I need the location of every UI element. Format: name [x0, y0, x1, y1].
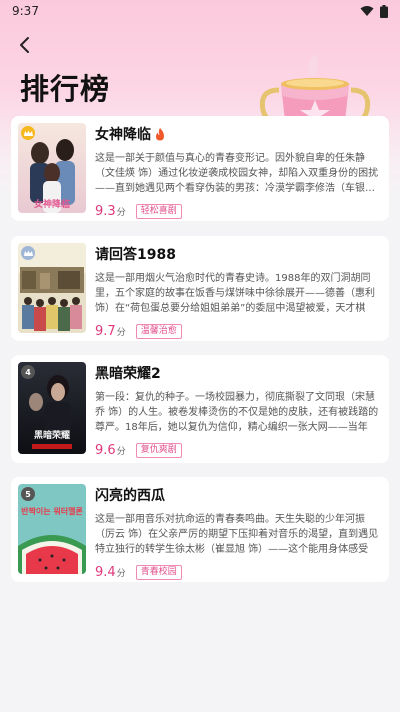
genre-tag: 复仇爽剧 [135, 442, 182, 458]
score-unit: 分 [116, 568, 126, 579]
crown-icon [23, 250, 33, 256]
item-description: 第一段：复仇的种子。一场校园暴力，彻底撕裂了文同珢（宋慧乔 饰）的人生。被卷发棒… [95, 392, 379, 433]
item-score: 9.4 [95, 564, 116, 580]
poster-image: 반짝이는 워터멜론 5 [18, 484, 86, 574]
rank-badge [21, 126, 35, 140]
poster-image: 女神降临 [18, 123, 86, 213]
genre-tag: 轻松喜剧 [135, 203, 182, 219]
poster-image: 黑暗荣耀 4 [18, 362, 86, 454]
score-unit: 分 [116, 207, 126, 218]
battery-icon [380, 4, 388, 18]
ranking-card-2[interactable]: 请回答1988 这是一部用烟火气治愈时代的青春史诗。1988年的双门洞胡同里，五… [11, 236, 389, 341]
genre-tag: 温馨治愈 [135, 323, 182, 339]
poster-image [18, 243, 86, 333]
ranking-list: 女神降临 女神降临 这是一部关于颜值与真心的青春变形记。因外貌自卑的任朱静（文佳… [11, 116, 389, 597]
genre-tag: 青春校园 [135, 564, 182, 580]
item-title: 闪亮的西瓜 [95, 488, 165, 504]
score-unit: 分 [116, 327, 126, 338]
back-button[interactable] [12, 32, 38, 58]
rank-badge: 4 [21, 365, 35, 379]
ranking-card-3[interactable]: 黑暗荣耀 4 黑暗荣耀2 第一段：复仇的种子。一场校园暴力，彻底撕裂了文同珢（宋… [11, 355, 389, 463]
poster-title-text: 黑暗荣耀 [34, 429, 70, 441]
rank-badge: 5 [21, 487, 35, 501]
crown-icon [23, 130, 33, 136]
item-description: 这是一部用烟火气治愈时代的青春史诗。1988年的双门洞胡同里，五个家庭的故事在饭… [95, 273, 375, 314]
ranking-card-4[interactable]: 반짝이는 워터멜론 5 闪亮的西瓜 这是一部用音乐对抗命运的青春奏鸣曲。天生失聪… [11, 477, 389, 582]
fire-icon [156, 127, 164, 140]
item-title: 黑暗荣耀2 [95, 366, 161, 382]
chevron-left-icon [20, 37, 29, 53]
item-description: 这是一部用音乐对抗命运的青春奏鸣曲。天生失聪的少年河振（厉云 饰）在父亲严厉的期… [95, 514, 379, 555]
status-bar: 9:37 [0, 0, 400, 22]
page-title: 排行榜 [20, 72, 111, 106]
item-score: 9.3 [95, 203, 116, 219]
ranking-card-1[interactable]: 女神降临 女神降临 这是一部关于颜值与真心的青春变形记。因外貌自卑的任朱静（文佳… [11, 116, 389, 221]
item-score: 9.6 [95, 442, 116, 458]
item-title: 女神降临 [95, 127, 151, 143]
poster-title-text: 반짝이는 워터멜론 [21, 506, 83, 516]
poster-title-text: 女神降临 [34, 198, 70, 210]
status-icons [360, 4, 388, 18]
wifi-icon [360, 6, 374, 16]
item-title: 请回答1988 [95, 247, 176, 263]
rank-badge [21, 246, 35, 260]
score-unit: 分 [116, 446, 126, 457]
status-time: 9:37 [12, 4, 39, 18]
item-score: 9.7 [95, 323, 116, 339]
item-description: 这是一部关于颜值与真心的青春变形记。因外貌自卑的任朱静（文佳煐 饰）通过化妆逆袭… [95, 153, 379, 194]
